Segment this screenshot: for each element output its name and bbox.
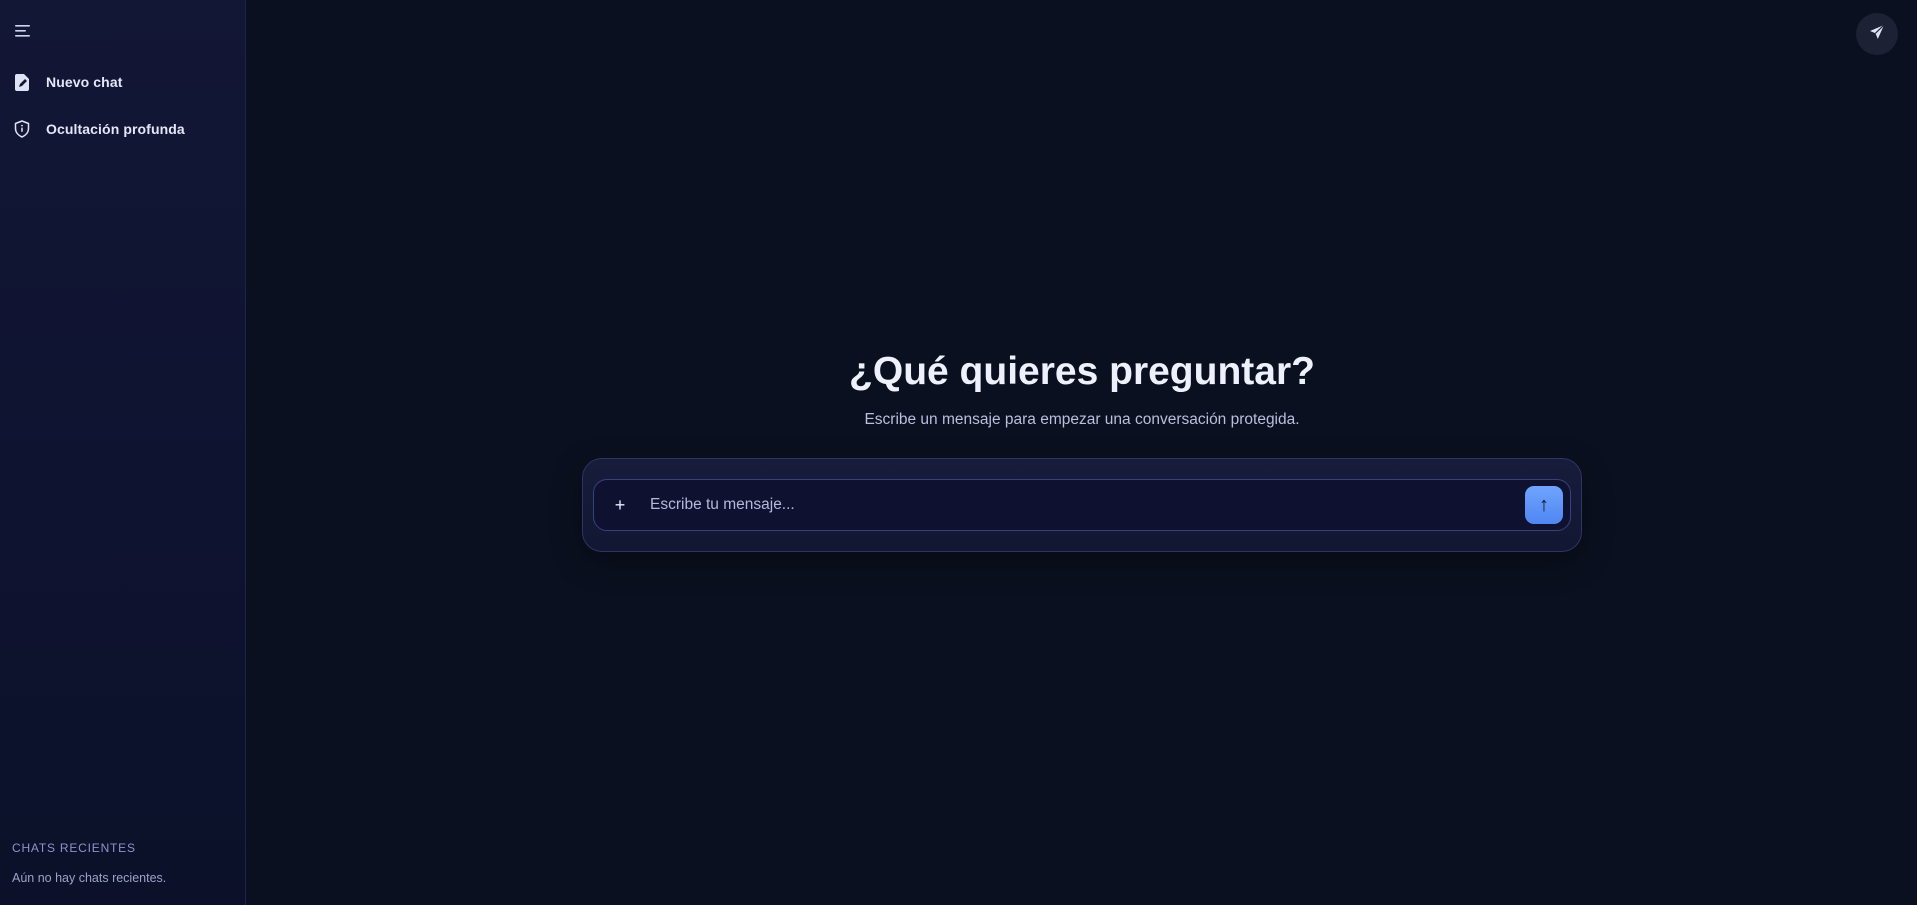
arrow-up-icon: ↑ (1539, 493, 1549, 516)
recent-chats-empty-text: Aún no hay chats recientes. (12, 871, 167, 885)
send-plane-icon (1869, 24, 1885, 45)
menu-icon[interactable] (12, 20, 34, 42)
sidebar-item-label: Nuevo chat (46, 74, 123, 90)
sidebar-item-deep-hiding[interactable]: Ocultación profunda (12, 112, 234, 146)
send-plane-button[interactable] (1856, 13, 1898, 55)
composer-input-wrapper: + ↑ (593, 479, 1571, 531)
sidebar: Nuevo chat Ocultación profunda CHATS REC… (0, 0, 246, 905)
attach-button[interactable]: + (608, 493, 632, 517)
new-chat-icon (12, 72, 32, 92)
sidebar-item-new-chat[interactable]: Nuevo chat (12, 65, 234, 99)
page-title: ¿Qué quieres preguntar? (849, 350, 1315, 393)
app-root: Nuevo chat Ocultación profunda CHATS REC… (0, 0, 1917, 905)
message-input[interactable] (650, 491, 1510, 519)
message-composer: + ↑ (582, 458, 1582, 552)
page-subtitle: Escribe un mensaje para empezar una conv… (864, 411, 1300, 428)
shield-icon (12, 119, 32, 139)
sidebar-item-label: Ocultación profunda (46, 121, 185, 137)
send-button[interactable]: ↑ (1525, 486, 1563, 524)
recent-chats-heading: CHATS RECIENTES (12, 841, 136, 855)
